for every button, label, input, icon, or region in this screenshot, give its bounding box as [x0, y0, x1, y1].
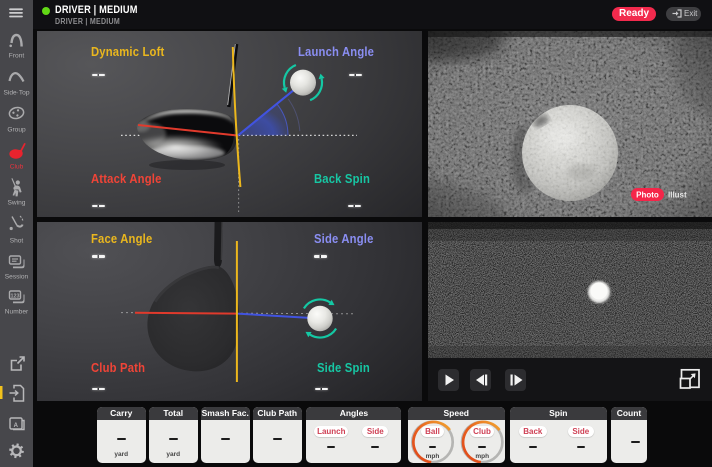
- svg-text:Club: Club: [10, 164, 24, 171]
- svg-text:Session: Session: [5, 274, 29, 281]
- svg-text:Shot: Shot: [10, 238, 24, 245]
- svg-text:Photo: Photo: [636, 191, 659, 200]
- svg-text:Side·Top: Side·Top: [3, 90, 29, 97]
- svg-text:Illust: Illust: [668, 191, 687, 200]
- svg-text:A: A: [14, 423, 19, 429]
- svg-text:123: 123: [11, 294, 20, 300]
- svg-text:Swing: Swing: [8, 200, 26, 207]
- svg-text:Front: Front: [9, 53, 25, 60]
- svg-text:Number: Number: [5, 309, 29, 316]
- svg-text:Group: Group: [7, 127, 26, 134]
